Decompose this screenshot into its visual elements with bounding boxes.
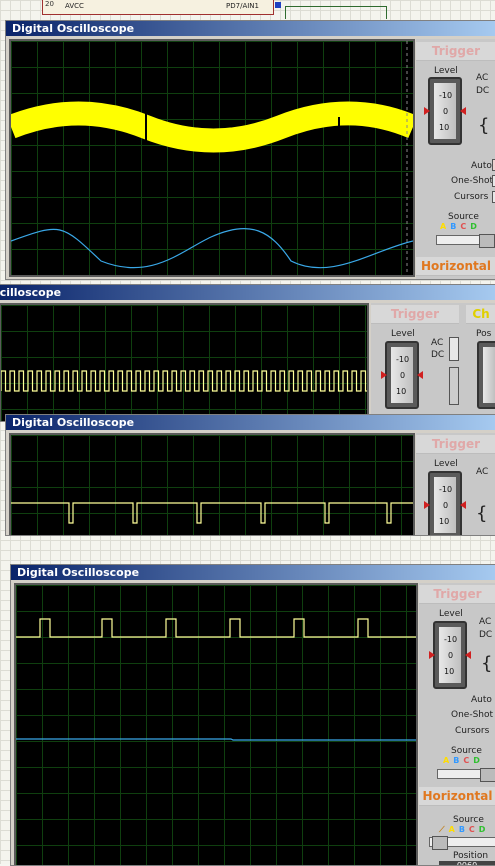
pulse-train-trace bbox=[11, 502, 413, 524]
schematic-wire bbox=[285, 6, 387, 19]
level-knob[interactable]: -10 0 10 bbox=[424, 471, 466, 535]
auto-label: Auto bbox=[471, 161, 492, 171]
scope-screen bbox=[0, 303, 369, 421]
dc-label: DC bbox=[479, 630, 493, 640]
trigger-title: Trigger bbox=[416, 435, 495, 454]
scope-traces bbox=[11, 502, 413, 524]
coupling-bracket-icon: { bbox=[481, 653, 493, 674]
coupling-bracket-icon: { bbox=[476, 503, 488, 524]
horizontal-title: Horizontal bbox=[419, 787, 495, 806]
h-source-label: Source bbox=[453, 815, 484, 825]
auto-label: Auto bbox=[471, 695, 492, 705]
oneshot-label: One-Shot bbox=[451, 710, 494, 720]
oscilloscope-window-2[interactable]: Digital Oscilloscope Trigger Ch Level -1… bbox=[0, 284, 495, 422]
oneshot-label: One-Shot bbox=[451, 176, 494, 186]
chip-pin-number: 20 bbox=[45, 0, 54, 8]
source-label: Source bbox=[451, 746, 482, 756]
oscilloscope-window-3[interactable]: Digital Oscilloscope Trigger Level -10 0 1… bbox=[5, 414, 495, 536]
h-source-selector[interactable]: ⟋ A B C D bbox=[439, 825, 489, 835]
scope-traces bbox=[11, 41, 413, 275]
trigger-title: Trigger bbox=[419, 585, 495, 604]
trigger-title: Trigger bbox=[371, 305, 459, 324]
window-title[interactable]: Digital Oscilloscope bbox=[6, 21, 495, 36]
pd7-pin-label: PD7/AIN1 bbox=[226, 2, 259, 10]
level-knob[interactable]: -10 0 10 bbox=[381, 341, 423, 409]
oscilloscope-window-4[interactable]: Digital Oscilloscope Trigger Level -10 0 1… bbox=[10, 564, 495, 866]
channel-b-sine-trace bbox=[11, 228, 413, 269]
avcc-pin-label: AVCC bbox=[65, 2, 84, 10]
square-wave-trace bbox=[1, 370, 367, 392]
scope-screen bbox=[14, 583, 418, 865]
window-title[interactable]: Digital Oscilloscope bbox=[6, 415, 495, 430]
scope-screen bbox=[9, 39, 415, 277]
trigger-edge-switch[interactable] bbox=[449, 367, 459, 405]
source-slider[interactable] bbox=[437, 768, 495, 782]
thick-sine-trace bbox=[11, 101, 413, 153]
ac-label: AC bbox=[431, 338, 444, 348]
source-selector[interactable]: ABCD bbox=[440, 222, 481, 232]
trigger-panel: Trigger Level -10 0 10 AC DC { Auto One-Sh… bbox=[416, 39, 495, 279]
channel-title: Ch bbox=[466, 305, 495, 324]
level-knob[interactable]: -10 0 10 bbox=[429, 621, 471, 689]
scope-traces bbox=[1, 370, 367, 392]
level-label: Level bbox=[434, 66, 458, 76]
oscilloscope-window-1[interactable]: Digital Oscilloscope Trigger Level -10 0 1… bbox=[5, 20, 495, 280]
horizontal-title: Horizontal bbox=[416, 257, 495, 276]
level-label: Level bbox=[391, 329, 415, 339]
microcontroller-chip[interactable]: 20 AVCC PD7/AIN1 bbox=[42, 0, 281, 15]
scope-screen bbox=[9, 433, 415, 535]
dc-label: DC bbox=[431, 350, 445, 360]
level-knob[interactable]: -10 0 10 bbox=[424, 77, 466, 145]
position-label: Position bbox=[453, 851, 489, 861]
channel-b-flat-trace bbox=[16, 738, 416, 741]
h-source-slider[interactable] bbox=[429, 836, 495, 850]
coupling-bracket-icon: { bbox=[478, 115, 490, 136]
ac-label: AC bbox=[476, 73, 489, 83]
ac-label: AC bbox=[476, 467, 489, 477]
ac-label: AC bbox=[479, 617, 492, 627]
source-label: Source bbox=[448, 212, 479, 222]
level-label: Level bbox=[439, 609, 463, 619]
trigger-panel: Trigger Level -10 0 10 AC DC { Auto One-Sh… bbox=[419, 583, 495, 865]
pin-marker bbox=[275, 2, 281, 8]
position-knob[interactable] bbox=[477, 341, 495, 409]
window-title[interactable]: Digital Oscilloscope bbox=[0, 285, 495, 300]
source-selector[interactable]: ABCD bbox=[443, 756, 484, 766]
trigger-panel: Trigger Ch Level -10 0 10 AC DC Pos bbox=[371, 303, 495, 421]
window-title[interactable]: Digital Oscilloscope bbox=[11, 565, 495, 580]
coupling-switch[interactable] bbox=[449, 337, 459, 361]
cursors-label: Cursors bbox=[454, 192, 489, 202]
cursors-label: Cursors bbox=[455, 726, 490, 736]
pulse-train-trace bbox=[16, 618, 416, 638]
level-label: Level bbox=[434, 459, 458, 469]
dc-label: DC bbox=[476, 86, 490, 96]
position-label: Pos bbox=[476, 329, 492, 339]
trigger-title: Trigger bbox=[416, 42, 495, 61]
scope-traces bbox=[16, 618, 416, 741]
trigger-panel: Trigger Level -10 0 10 AC { bbox=[416, 433, 495, 535]
source-slider[interactable] bbox=[436, 234, 495, 248]
